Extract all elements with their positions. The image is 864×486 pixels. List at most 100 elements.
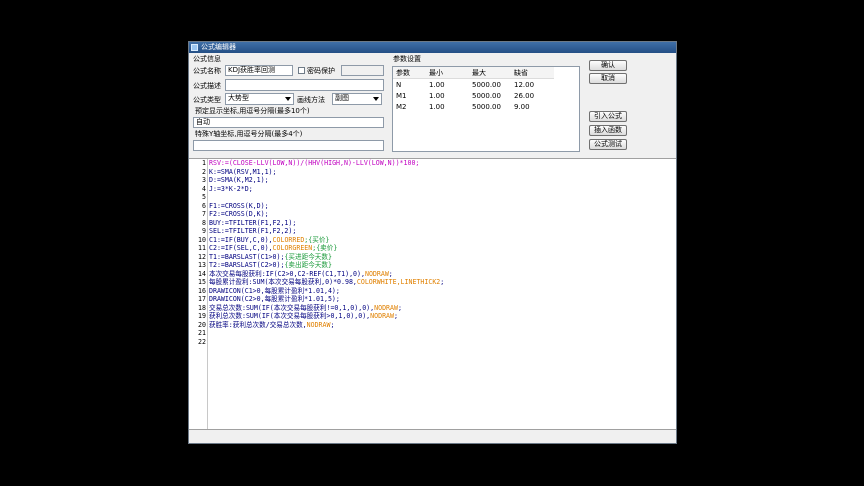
draw-method-value: 副图 (335, 94, 349, 102)
formula-type-select[interactable]: 大势型 (225, 93, 294, 105)
chevron-down-icon (373, 97, 379, 101)
code-token: C2:=IF(SEL,C,0), (209, 244, 273, 252)
code-token: C1:=IF(BUY,C,0), (209, 235, 273, 244)
param-name[interactable]: M1 (393, 90, 426, 101)
code-token: 交易总次数:SUM(IF(本次交易每股获利!=0,1,0),0), (209, 303, 375, 312)
line-number: 1 (202, 159, 206, 167)
line-number: 3 (202, 176, 206, 184)
code-token: ; (397, 303, 402, 312)
params-col-header: 最小 (426, 67, 469, 79)
code-token: ; (388, 269, 393, 278)
password-label: 密码保护 (307, 67, 335, 75)
code-line[interactable]: 2 K:=SMA(RSV,M1,1); (189, 168, 676, 177)
param-max[interactable]: 5000.00 (469, 101, 511, 112)
code-line[interactable]: 17 DRAWICON(C2>0,每股累计盈利*1.01,5); (189, 295, 676, 304)
code-line[interactable]: 14 本次交易每股获利:IF(C2>0,C2-REF(C1,T1),0),NODR… (189, 270, 676, 279)
import-formula-button[interactable]: 引入公式 (589, 111, 627, 122)
yaxis-input[interactable] (193, 140, 384, 151)
code-line[interactable]: 21 (189, 329, 676, 338)
line-number: 12 (198, 252, 206, 261)
param-name[interactable]: N (393, 79, 426, 91)
line-number: 20 (198, 320, 206, 329)
code-line[interactable]: 8 BUY:=TFILTER(F1,F2,1); (189, 219, 676, 228)
params-group-label: 参数设置 (393, 55, 421, 63)
code-line[interactable]: 22 (189, 338, 676, 347)
param-max[interactable]: 5000.00 (469, 79, 511, 91)
table-row[interactable]: M2 1.00 5000.00 9.00 (393, 101, 554, 112)
line-number: 5 (202, 193, 206, 201)
chevron-down-icon (285, 97, 291, 101)
line-number: 11 (198, 244, 206, 252)
test-formula-button[interactable]: 公式测试 (589, 139, 627, 150)
code-line[interactable]: 7 F2:=CROSS(D,K); (189, 210, 676, 219)
param-default[interactable]: 26.00 (511, 90, 554, 101)
code-token: NODRAW (364, 269, 389, 278)
code-token: K:=SMA(RSV,M1,1); (209, 167, 277, 176)
code-lines: 1 RSV:=(CLOSE-LLV(LOW,N))/(HHV(HIGH,N)-LL… (189, 159, 676, 346)
code-line[interactable]: 9 SEL:=TFILTER(F1,F2,2); (189, 227, 676, 236)
line-number: 15 (198, 278, 206, 286)
code-line[interactable]: 16 DRAWICON(C1>0,每股累计盈利*1.01,4); (189, 287, 676, 296)
param-default[interactable]: 9.00 (511, 101, 554, 112)
param-default[interactable]: 12.00 (511, 79, 554, 91)
code-editor[interactable]: 1 RSV:=(CLOSE-LLV(LOW,N))/(HHV(HIGH,N)-LL… (189, 158, 676, 430)
line-number: 8 (202, 218, 206, 227)
line-number: 7 (202, 210, 206, 218)
code-line[interactable]: 18 交易总次数:SUM(IF(本次交易每股获利!=0,1,0),0),NODRA… (189, 304, 676, 313)
table-row[interactable]: M1 1.00 5000.00 26.00 (393, 90, 554, 101)
code-line[interactable]: 20 获胜率:获利总次数/交易总次数,NODRAW; (189, 321, 676, 330)
params-col-header: 最大 (469, 67, 511, 79)
code-token: DRAWICON(C1>0,每股累计盈利*1.01,4); (209, 286, 340, 295)
draw-method-label: 画线方法 (297, 96, 325, 104)
app-icon (191, 44, 198, 51)
code-line[interactable]: 19 获利总次数:SUM(IF(本次交易每股获利>0,1,0),0),NODRAW… (189, 312, 676, 321)
code-token: COLORGREEN (272, 244, 313, 252)
code-token: F2:=CROSS(D,K); (209, 210, 269, 218)
param-min[interactable]: 1.00 (426, 79, 469, 91)
code-line[interactable]: 13 T2:=BARSLAST(C2>0);{卖出距今天数} (189, 261, 676, 270)
code-line[interactable]: 10 C1:=IF(BUY,C,0),COLORRED;{买价} (189, 236, 676, 245)
code-line[interactable]: 6 F1:=CROSS(K,D); (189, 202, 676, 211)
code-token: T1:=BARSLAST(C1>0); (209, 252, 285, 261)
code-token: COLORRED (272, 235, 305, 244)
formula-desc-input[interactable] (225, 79, 384, 91)
code-line[interactable]: 1 RSV:=(CLOSE-LLV(LOW,N))/(HHV(HIGH,N)-LL… (189, 159, 676, 168)
formula-editor-window: 公式编辑器 公式信息 公式名称 KDJ获胜率回测 密码保护 公式描述 公式类型 … (188, 41, 677, 444)
formula-desc-label: 公式描述 (193, 82, 221, 90)
line-number: 18 (198, 303, 206, 312)
param-name[interactable]: M2 (393, 101, 426, 112)
code-line[interactable]: 12 T1:=BARSLAST(C1>0);{买进距今天数} (189, 253, 676, 262)
draw-method-select[interactable]: 副图 (332, 93, 382, 105)
param-max[interactable]: 5000.00 (469, 90, 511, 101)
param-min[interactable]: 1.00 (426, 90, 469, 101)
formula-info-group-label: 公式信息 (193, 55, 221, 63)
code-token: NODRAW (306, 320, 331, 329)
code-token: 获利总次数:SUM(IF(本次交易每股获利>0,1,0),0), (209, 312, 371, 320)
line-number: 9 (202, 227, 206, 235)
table-row[interactable]: N 1.00 5000.00 12.00 (393, 79, 554, 91)
password-input[interactable] (341, 65, 384, 76)
code-line[interactable]: 11 C2:=IF(SEL,C,0),COLORGREEN;{卖价} (189, 244, 676, 253)
title-bar[interactable]: 公式编辑器 (189, 42, 676, 53)
password-checkbox[interactable] (298, 67, 305, 74)
ok-button[interactable]: 确认 (589, 60, 627, 71)
code-token: COLORWHITE,LINETHICK2 (356, 278, 441, 286)
formula-name-input[interactable]: KDJ获胜率回测 (225, 65, 293, 76)
code-line[interactable]: 15 每股累计盈利:SUM(本次交易每股获利,0)*0.98,COLORWHITE… (189, 278, 676, 287)
window-title: 公式编辑器 (201, 43, 236, 51)
params-col-header: 缺省 (511, 67, 554, 79)
code-line[interactable]: 4 J:=3*K-2*D; (189, 185, 676, 194)
insert-function-button[interactable]: 插入函数 (589, 125, 627, 136)
line-number: 10 (198, 235, 206, 244)
coords-input[interactable]: 自动 (193, 117, 384, 128)
code-token: NODRAW (370, 312, 394, 320)
param-min[interactable]: 1.00 (426, 101, 469, 112)
code-line[interactable]: 5 (189, 193, 676, 202)
cancel-button[interactable]: 取消 (589, 73, 627, 84)
line-number: 16 (198, 286, 206, 295)
code-token: BUY:=TFILTER(F1,F2,1); (209, 218, 297, 227)
yaxis-label: 特殊Y轴坐标,用逗号分隔(最多4个) (195, 130, 303, 138)
code-line[interactable]: 3 D:=SMA(K,M2,1); (189, 176, 676, 185)
code-token: T2:=BARSLAST(C2>0); (209, 261, 285, 269)
params-table[interactable]: 参数 最小 最大 缺省 N 1.00 5000.00 12.00 M1 1.00… (392, 66, 580, 152)
